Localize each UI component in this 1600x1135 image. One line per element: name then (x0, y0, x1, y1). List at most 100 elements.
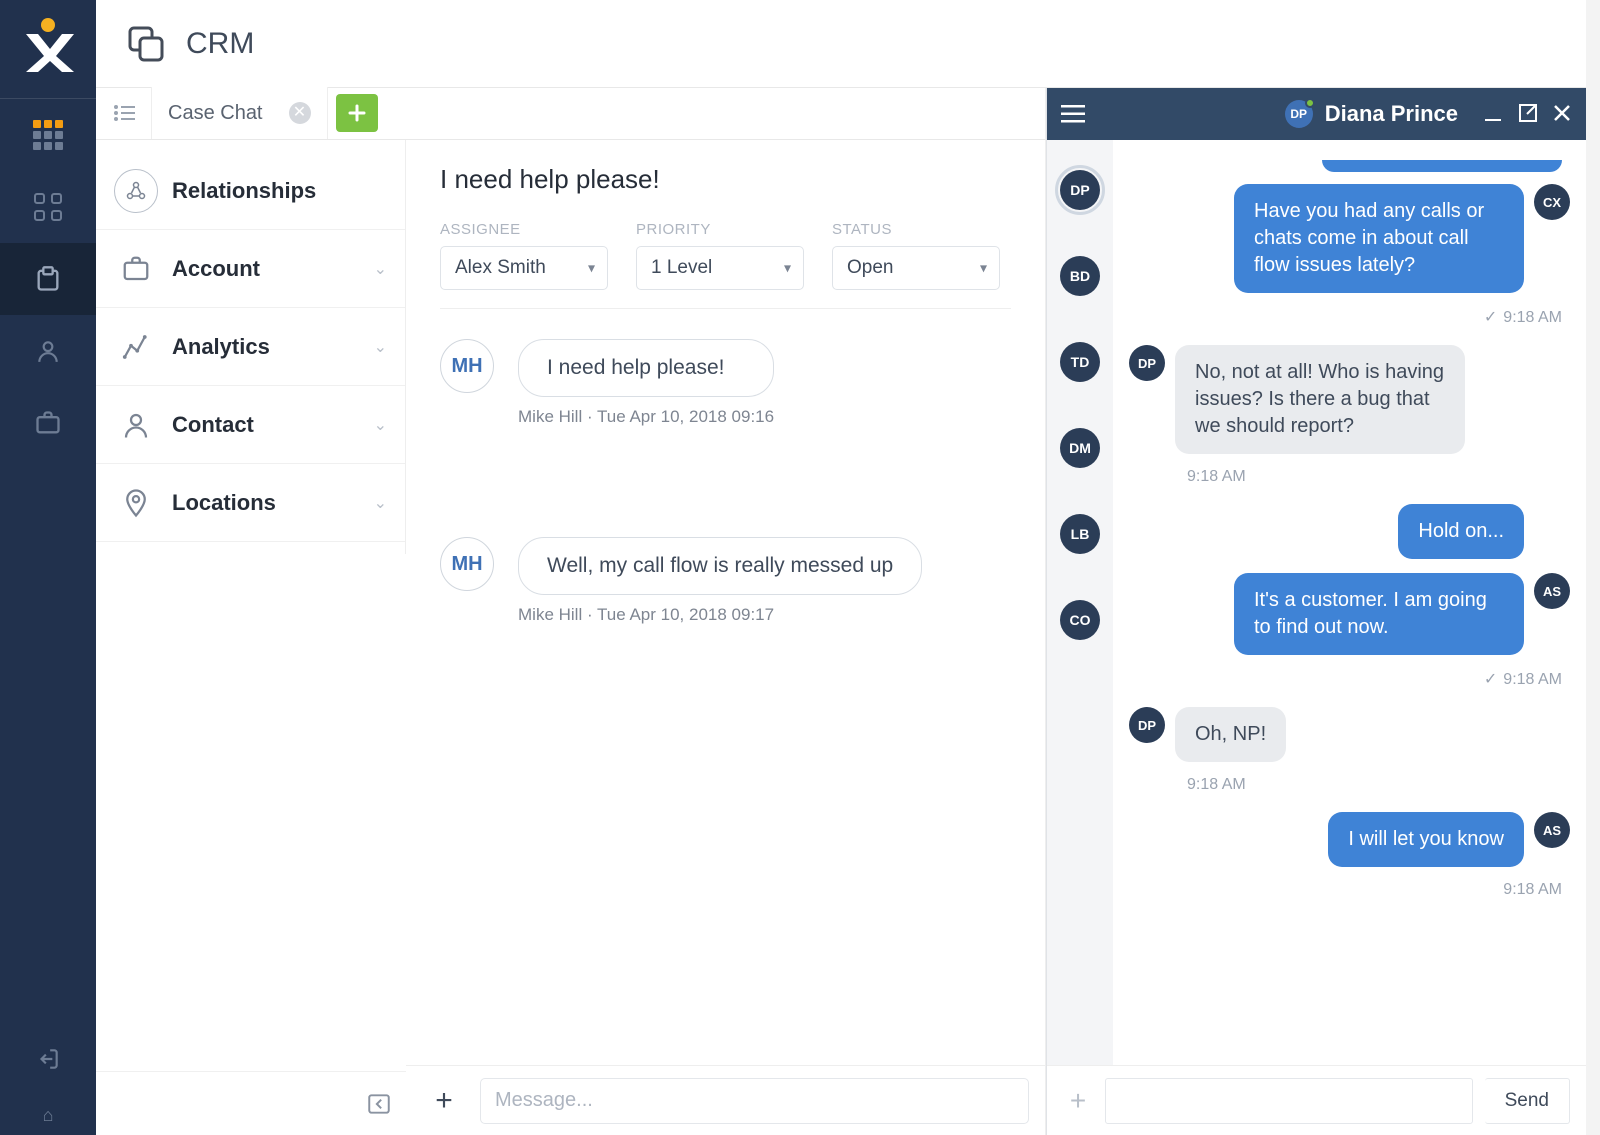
nav-list: Relationships Account ⌄ Analytics ⌄ Cont… (96, 140, 406, 554)
chat-prev-fragment (1322, 160, 1562, 172)
nav-item-contact[interactable]: Contact ⌄ (96, 386, 405, 464)
rail-apps-button[interactable] (0, 99, 96, 171)
rail-modules-button[interactable] (0, 171, 96, 243)
avatar-badge: DP (1285, 100, 1313, 128)
avatar: MH (440, 537, 494, 591)
avatar: DP (1129, 345, 1165, 381)
timestamp: 9:18 AM (1187, 776, 1562, 794)
case-message-row: MH Well, my call flow is really messed up… (440, 537, 1011, 625)
chat-thread[interactable]: CX Have you had any calls or chats come i… (1113, 140, 1586, 1065)
send-button[interactable]: Send (1485, 1078, 1570, 1124)
rail-logout-button[interactable] (0, 1023, 96, 1095)
nav-item-account[interactable]: Account ⌄ (96, 230, 405, 308)
avatar: DP (1129, 707, 1165, 743)
assignee-select[interactable]: Alex Smith▾ (440, 246, 608, 290)
case-column: I need help please! ASSIGNEE Alex Smith▾… (406, 88, 1046, 1135)
priority-caption: PRIORITY (636, 221, 804, 238)
message-meta: Mike Hill · Tue Apr 10, 2018 09:16 (518, 407, 774, 427)
rail-briefcase-button[interactable] (0, 387, 96, 459)
location-icon (114, 481, 158, 525)
close-icon[interactable] (1552, 103, 1572, 125)
case-messages: MH I need help please! Mike Hill · Tue Apr… (440, 309, 1011, 1065)
case-tabbar (406, 88, 1045, 140)
chat-bubble: Have you had any calls or chats come in … (1234, 184, 1524, 293)
message-input[interactable] (480, 1078, 1029, 1124)
chevron-down-icon: ⌄ (374, 493, 387, 513)
chevron-down-icon: ⌄ (374, 259, 387, 279)
timestamp: ✓9:18 AM (1129, 669, 1562, 689)
nav-item-analytics[interactable]: Analytics ⌄ (96, 308, 405, 386)
status-select[interactable]: Open▾ (832, 246, 1000, 290)
chat-bubble: It's a customer. I am going to find out … (1234, 573, 1524, 655)
body: Case Chat ✕ Relationships Account ⌄ (96, 88, 1586, 1135)
avatar: CX (1534, 184, 1570, 220)
window-scrollbar[interactable] (1586, 0, 1600, 1135)
priority-select[interactable]: 1 Level▾ (636, 246, 804, 290)
check-icon: ✓ (1484, 309, 1497, 326)
attach-button[interactable]: + (422, 1079, 466, 1123)
chat-message: Hold on... (1129, 504, 1570, 559)
participant-name: Diana Prince (1325, 101, 1458, 127)
avatar: MH (440, 339, 494, 393)
presence-dot (1305, 98, 1315, 108)
chat-bubble: No, not at all! Who is having issues? Is… (1175, 345, 1465, 454)
nav-label: Contact (172, 412, 374, 438)
chevron-down-icon: ⌄ (374, 337, 387, 357)
contact-badge[interactable]: LB (1060, 514, 1100, 554)
message-meta: Mike Hill · Tue Apr 10, 2018 09:17 (518, 605, 922, 625)
nav-item-relationships[interactable]: Relationships (96, 152, 405, 230)
page-title: CRM (186, 27, 254, 61)
avatar: AS (1534, 573, 1570, 609)
tab-list-icon[interactable] (96, 87, 152, 139)
chat-bubble: Hold on... (1398, 504, 1524, 559)
contact-badge[interactable]: BD (1060, 256, 1100, 296)
status-caption: STATUS (832, 221, 1000, 238)
nav-label: Analytics (172, 334, 374, 360)
case-controls: ASSIGNEE Alex Smith▾ PRIORITY 1 Level▾ S… (440, 221, 1011, 309)
hamburger-icon[interactable] (1061, 104, 1085, 124)
chat-bubble: Oh, NP! (1175, 707, 1286, 762)
case-message-row: MH I need help please! Mike Hill · Tue Apr… (440, 339, 1011, 427)
chat-attach-button[interactable]: + (1063, 1086, 1093, 1116)
contact-icon (114, 403, 158, 447)
chat-message: ASI will let you know (1129, 812, 1570, 867)
tab-label: Case Chat (168, 102, 263, 125)
contact-badge[interactable]: CO (1060, 600, 1100, 640)
caret-down-icon: ▾ (784, 260, 791, 277)
rail-profile-button[interactable] (0, 315, 96, 387)
chat-message: DP No, not at all! Who is having issues? … (1129, 345, 1570, 454)
rail-home-icon[interactable]: ⌂ (0, 1095, 96, 1135)
case-compose: + (406, 1065, 1045, 1135)
tab-bar: Case Chat ✕ (96, 88, 406, 140)
assignee-caption: ASSIGNEE (440, 221, 608, 238)
case-title: I need help please! (440, 164, 1011, 195)
rail-crm-button[interactable] (0, 243, 96, 315)
nav-label: Locations (172, 490, 374, 516)
close-icon[interactable]: ✕ (289, 102, 311, 124)
chat-message: CX Have you had any calls or chats come i… (1129, 184, 1570, 293)
brand-logo[interactable] (20, 16, 76, 72)
secondary-nav-footer (96, 1071, 406, 1135)
collapse-icon[interactable] (366, 1091, 392, 1117)
message-bubble: I need help please! (518, 339, 774, 397)
chat-panel: DP Diana Prince DP BD TD DM LB CO CX Have you … (1046, 88, 1586, 1135)
minimize-icon[interactable] (1482, 103, 1504, 125)
contact-badge[interactable]: DM (1060, 428, 1100, 468)
check-icon: ✓ (1484, 671, 1497, 688)
chat-participant[interactable]: DP Diana Prince (1285, 100, 1458, 128)
tab-case-chat[interactable]: Case Chat ✕ (152, 87, 328, 139)
chat-input[interactable] (1105, 1078, 1473, 1124)
nav-label: Account (172, 256, 374, 282)
popout-icon[interactable] (1518, 103, 1538, 125)
nav-item-locations[interactable]: Locations ⌄ (96, 464, 405, 542)
analytics-icon (114, 325, 158, 369)
message-bubble: Well, my call flow is really messed up (518, 537, 922, 595)
relationships-icon (114, 169, 158, 213)
header: CRM (96, 0, 1586, 88)
caret-down-icon: ▾ (980, 260, 987, 277)
chat-message: AS It's a customer. I am going to find ou… (1129, 573, 1570, 655)
contact-badge[interactable]: DP (1060, 170, 1100, 210)
chat-contact-list: DP BD TD DM LB CO (1047, 140, 1113, 1065)
contact-badge[interactable]: TD (1060, 342, 1100, 382)
add-tab-button[interactable] (336, 94, 378, 132)
